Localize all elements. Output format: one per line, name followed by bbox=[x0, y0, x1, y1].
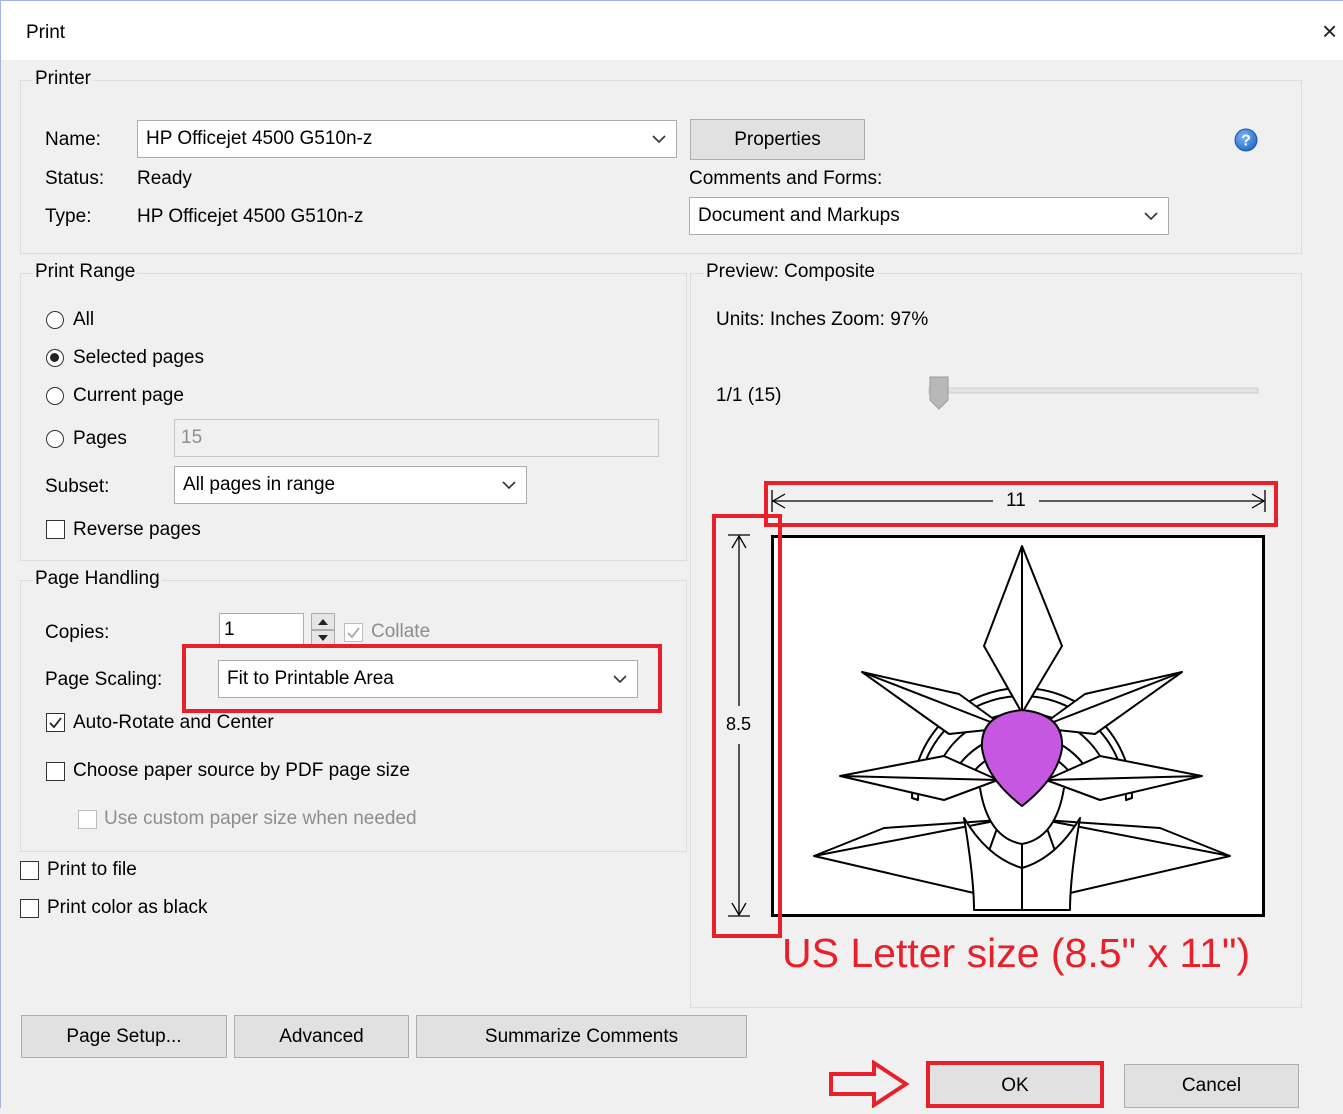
radio-pages-label[interactable]: Pages bbox=[73, 428, 127, 450]
height-highlight-box bbox=[712, 514, 782, 938]
printer-status-value: Ready bbox=[137, 168, 192, 189]
window-title: Print bbox=[26, 22, 66, 43]
window-border-top bbox=[0, 0, 1343, 1]
print-to-file-label[interactable]: Print to file bbox=[47, 859, 137, 881]
reverse-pages-label[interactable]: Reverse pages bbox=[73, 519, 201, 541]
copies-value: 1 bbox=[224, 619, 235, 640]
page-handling-legend: Page Handling bbox=[33, 568, 162, 590]
subset-value: All pages in range bbox=[183, 474, 336, 495]
print-to-file-checkbox[interactable] bbox=[20, 861, 39, 880]
close-icon[interactable]: × bbox=[1322, 16, 1337, 47]
auto-rotate-label[interactable]: Auto-Rotate and Center bbox=[73, 712, 274, 734]
radio-current-page[interactable] bbox=[46, 387, 64, 405]
paper-source-checkbox[interactable] bbox=[46, 762, 65, 781]
radio-selected-pages-label[interactable]: Selected pages bbox=[73, 347, 204, 369]
collate-label[interactable]: Collate bbox=[371, 621, 430, 643]
auto-rotate-checkbox[interactable] bbox=[46, 713, 65, 732]
help-glyph: ? bbox=[1241, 133, 1251, 150]
chevron-down-icon[interactable] bbox=[1134, 198, 1168, 234]
radio-pages[interactable] bbox=[46, 430, 64, 448]
letter-size-caption: US Letter size (8.5" x 11") bbox=[782, 930, 1251, 976]
preview-page bbox=[771, 535, 1265, 917]
reverse-pages-checkbox[interactable] bbox=[46, 520, 65, 539]
properties-button[interactable]: Properties bbox=[690, 119, 865, 160]
page-slider[interactable] bbox=[927, 376, 1260, 412]
preview-emblem-image bbox=[813, 545, 1231, 911]
printer-name-label: Name: bbox=[45, 129, 101, 150]
radio-current-page-label[interactable]: Current page bbox=[73, 385, 184, 407]
copies-input[interactable]: 1 bbox=[219, 613, 304, 647]
advanced-button-label: Advanced bbox=[279, 1026, 364, 1047]
comments-forms-select[interactable]: Document and Markups bbox=[689, 197, 1169, 235]
page-setup-button-label: Page Setup... bbox=[66, 1026, 182, 1047]
units-zoom-text: Units: Inches Zoom: 97% bbox=[716, 309, 929, 330]
print-range-group bbox=[20, 273, 687, 561]
printer-legend: Printer bbox=[33, 68, 93, 90]
copies-label: Copies: bbox=[45, 622, 110, 643]
custom-paper-checkbox[interactable] bbox=[78, 810, 97, 829]
page-scaling-label: Page Scaling: bbox=[45, 669, 163, 690]
cancel-button-label: Cancel bbox=[1181, 1075, 1242, 1096]
arrow-right-icon bbox=[828, 1059, 910, 1109]
comments-forms-label: Comments and Forms: bbox=[689, 168, 883, 189]
radio-selected-pages[interactable] bbox=[46, 349, 64, 367]
scaling-highlight-box bbox=[182, 644, 662, 713]
printer-type-label: Type: bbox=[45, 206, 92, 227]
properties-button-label: Properties bbox=[734, 129, 821, 150]
paper-source-label[interactable]: Choose paper source by PDF page size bbox=[73, 760, 410, 782]
print-range-legend: Print Range bbox=[33, 261, 138, 283]
pages-input[interactable]: 15 bbox=[174, 419, 659, 457]
summarize-comments-button-label: Summarize Comments bbox=[484, 1026, 679, 1047]
help-icon[interactable]: ? bbox=[1234, 128, 1258, 152]
advanced-button[interactable]: Advanced bbox=[234, 1015, 409, 1058]
printer-name-select[interactable]: HP Officejet 4500 G510n-z bbox=[137, 120, 677, 158]
chevron-down-icon[interactable] bbox=[642, 121, 676, 157]
ok-highlight-box bbox=[926, 1061, 1104, 1108]
preview-legend: Preview: Composite bbox=[704, 261, 877, 283]
printer-type-value: HP Officejet 4500 G510n-z bbox=[137, 206, 364, 227]
comments-forms-value: Document and Markups bbox=[698, 205, 900, 226]
subset-label: Subset: bbox=[45, 476, 110, 497]
print-color-black-label[interactable]: Print color as black bbox=[47, 897, 208, 919]
page-setup-button[interactable]: Page Setup... bbox=[21, 1015, 227, 1058]
pages-input-value: 15 bbox=[181, 427, 203, 448]
window-border-left bbox=[0, 0, 1, 1108]
title-bar bbox=[0, 0, 1343, 60]
chevron-down-icon[interactable] bbox=[492, 467, 526, 503]
subset-select[interactable]: All pages in range bbox=[174, 466, 527, 504]
copies-stepper[interactable] bbox=[311, 613, 335, 647]
printer-name-value: HP Officejet 4500 G510n-z bbox=[146, 128, 373, 149]
radio-all-label[interactable]: All bbox=[73, 309, 94, 331]
printer-status-label: Status: bbox=[45, 168, 105, 189]
custom-paper-label[interactable]: Use custom paper size when needed bbox=[104, 808, 417, 830]
radio-all[interactable] bbox=[46, 311, 64, 329]
width-highlight-box bbox=[764, 481, 1278, 527]
print-color-black-checkbox[interactable] bbox=[20, 899, 39, 918]
collate-checkbox[interactable] bbox=[344, 623, 363, 642]
page-counter: 1/1 (15) bbox=[716, 385, 782, 406]
cancel-button[interactable]: Cancel bbox=[1124, 1064, 1299, 1108]
summarize-comments-button[interactable]: Summarize Comments bbox=[416, 1015, 747, 1058]
